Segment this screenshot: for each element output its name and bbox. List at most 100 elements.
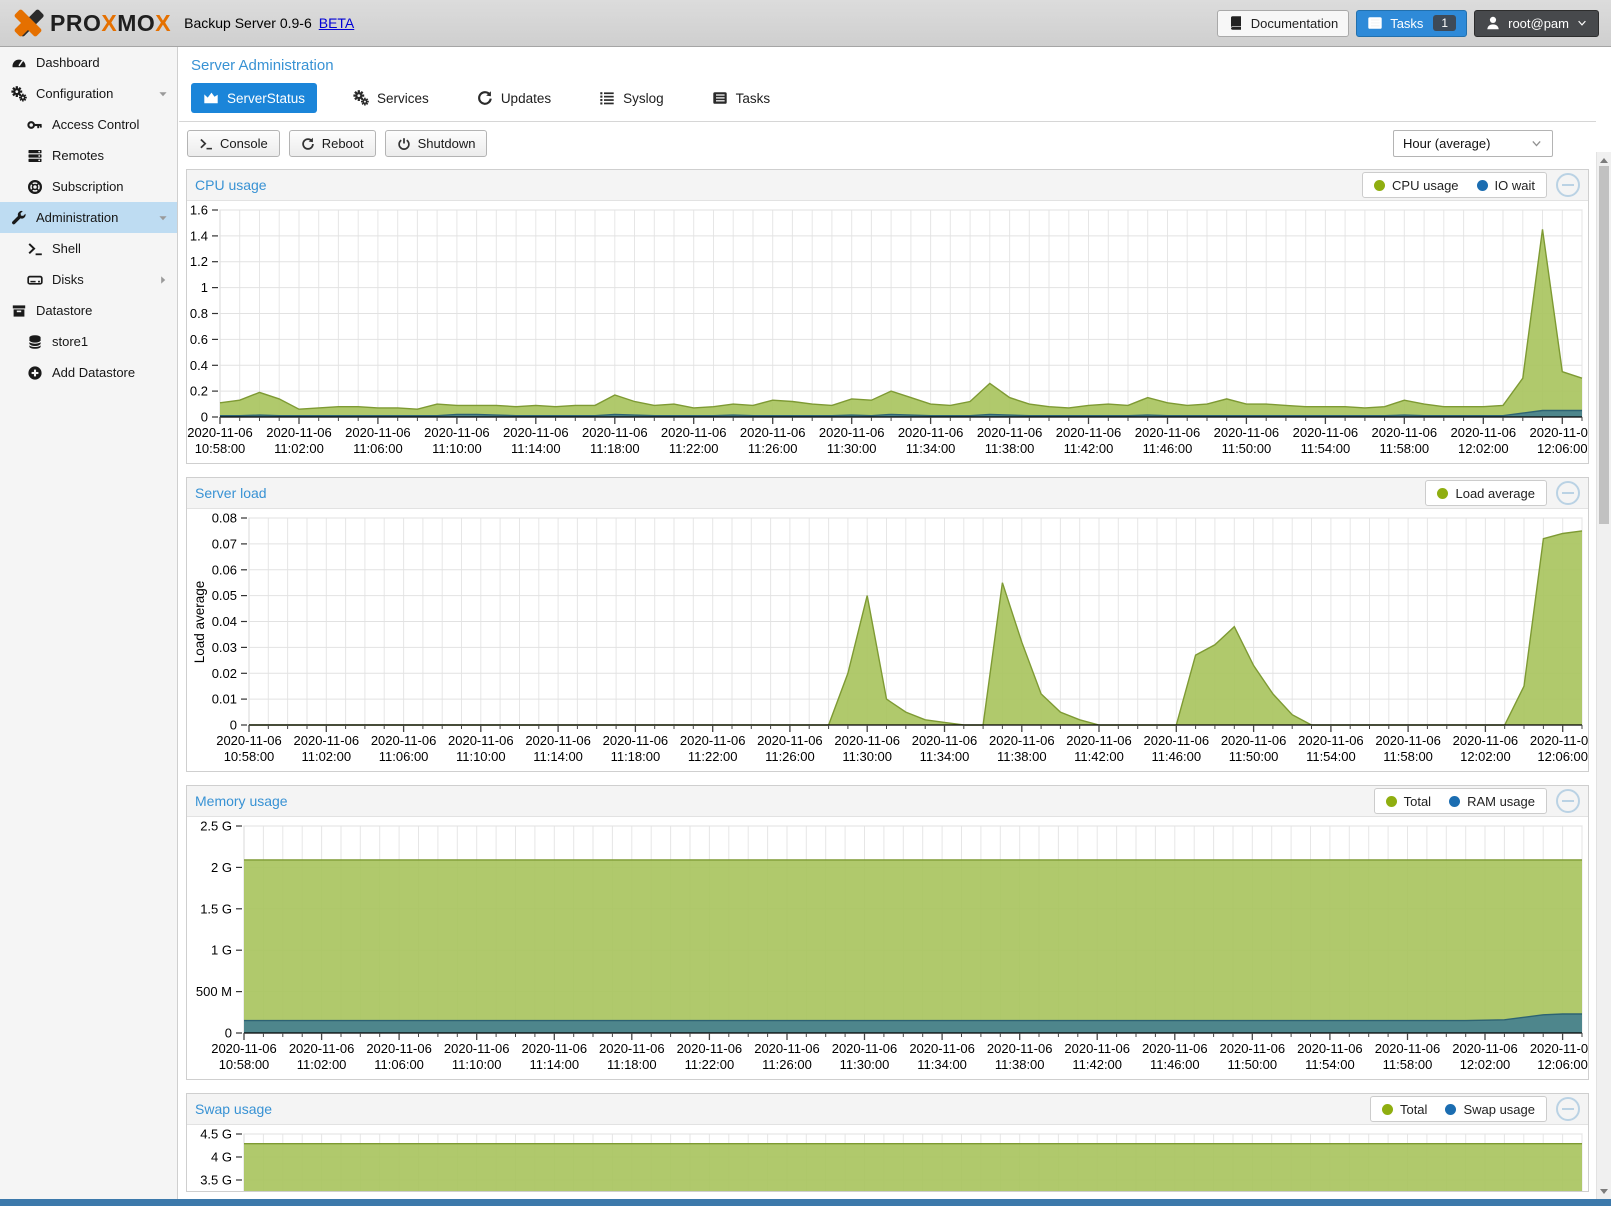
svg-text:11:18:00: 11:18:00: [611, 749, 661, 764]
caret-down-icon[interactable]: [157, 212, 169, 224]
tab-services[interactable]: Services: [341, 83, 441, 113]
console-button[interactable]: Console: [187, 130, 280, 157]
svg-text:0.8: 0.8: [190, 306, 208, 321]
documentation-button[interactable]: Documentation: [1217, 10, 1349, 37]
svg-text:11:50:00: 11:50:00: [1229, 749, 1279, 764]
proxmox-logo: PROXMOX: [10, 5, 171, 41]
collapse-panel-icon[interactable]: [1556, 173, 1580, 197]
memory-usage-chart-body: 0500 M1 G1.5 G2 G2.5 G2020-11-0610:58:00…: [187, 817, 1588, 1079]
rows-icon: [27, 148, 43, 164]
scroll-up-arrow-icon[interactable]: [1597, 153, 1611, 167]
user-menu-button[interactable]: root@pam: [1474, 10, 1599, 37]
svg-text:11:06:00: 11:06:00: [374, 1057, 424, 1072]
db-icon: [27, 334, 43, 350]
svg-text:11:50:00: 11:50:00: [1227, 1057, 1277, 1072]
svg-text:2020-11-06: 2020-11-06: [345, 425, 411, 440]
beta-link[interactable]: BETA: [319, 15, 355, 31]
svg-text:2020-11-06: 2020-11-06: [1135, 425, 1201, 440]
sidebar-item-administration[interactable]: Administration: [0, 202, 177, 233]
svg-text:11:10:00: 11:10:00: [452, 1057, 502, 1072]
sidebar-item-label: Configuration: [36, 86, 113, 101]
sidebar-item-add-datastore[interactable]: Add Datastore: [0, 357, 177, 388]
sidebar-item-datastore[interactable]: Datastore: [0, 295, 177, 326]
time-range-select[interactable]: Hour (average): [1393, 130, 1553, 157]
svg-text:0.6: 0.6: [190, 332, 208, 347]
topbar-buttons: Documentation Tasks 1 root@pam: [1217, 10, 1599, 37]
scrollbar-thumb[interactable]: [1599, 166, 1609, 524]
sidebar-item-label: Administration: [36, 210, 118, 225]
sidebar-item-remotes[interactable]: Remotes: [0, 140, 177, 171]
svg-text:2020-11-06: 2020-11-06: [211, 1041, 277, 1056]
tab-syslog[interactable]: Syslog: [587, 83, 676, 113]
svg-text:0.4: 0.4: [190, 358, 208, 373]
svg-text:11:22:00: 11:22:00: [669, 441, 719, 456]
tasks-count-badge: 1: [1433, 15, 1456, 31]
svg-text:2020-11-06: 2020-11-06: [1297, 1041, 1363, 1056]
collapse-panel-icon[interactable]: [1556, 481, 1580, 505]
svg-text:0.01: 0.01: [212, 692, 237, 707]
tab-serverstatus[interactable]: ServerStatus: [191, 83, 317, 113]
server-load-chart-body: 00.010.020.030.040.050.060.070.082020-11…: [187, 509, 1588, 771]
sidebar-item-configuration[interactable]: Configuration: [0, 78, 177, 109]
tab-updates[interactable]: Updates: [465, 83, 563, 113]
scroll-down-arrow-icon[interactable]: [1597, 1184, 1611, 1198]
legend-item-total[interactable]: Total: [1382, 1102, 1427, 1117]
legend-label: IO wait: [1495, 178, 1535, 193]
legend-dot-icon: [1386, 796, 1397, 807]
svg-text:10:58:00: 10:58:00: [224, 749, 275, 764]
sidebar-item-label: store1: [52, 334, 88, 349]
cpu-usage-panel-header: CPU usageCPU usageIO wait: [187, 170, 1588, 201]
sidebar-item-store1[interactable]: store1: [0, 326, 177, 357]
legend-dot-icon: [1437, 488, 1448, 499]
svg-text:11:02:00: 11:02:00: [274, 441, 324, 456]
sidebar-item-subscription[interactable]: Subscription: [0, 171, 177, 202]
caret-right-icon[interactable]: [157, 274, 169, 286]
cpu-chart: 00.20.40.60.811.21.41.62020-11-0610:58:0…: [187, 201, 1588, 463]
svg-text:11:38:00: 11:38:00: [995, 1057, 1045, 1072]
legend-item-ram-usage[interactable]: RAM usage: [1449, 794, 1535, 809]
legend-label: Load average: [1455, 486, 1535, 501]
sidebar-item-label: Datastore: [36, 303, 92, 318]
svg-text:1.2: 1.2: [190, 254, 208, 269]
svg-text:11:06:00: 11:06:00: [379, 749, 429, 764]
shutdown-button[interactable]: Shutdown: [385, 130, 488, 157]
svg-text:11:10:00: 11:10:00: [456, 749, 506, 764]
vertical-scrollbar[interactable]: [1596, 152, 1611, 1199]
tasks-button[interactable]: Tasks 1: [1356, 10, 1467, 37]
svg-text:500 M: 500 M: [196, 984, 232, 999]
svg-text:11:46:00: 11:46:00: [1150, 1057, 1200, 1072]
caret-down-icon[interactable]: [157, 88, 169, 100]
legend-item-total[interactable]: Total: [1386, 794, 1431, 809]
sidebar-item-disks[interactable]: Disks: [0, 264, 177, 295]
sidebar-item-shell[interactable]: Shell: [0, 233, 177, 264]
chart-legend: Total RAM usage: [1374, 788, 1547, 814]
swap-usage-chart-body: 0500 M1 G1.5 G2 G2.5 G3 G3.5 G4 G4.5 G20…: [187, 1125, 1588, 1191]
sidebar-item-dashboard[interactable]: Dashboard: [0, 47, 177, 78]
tab-bar: ServerStatus Services Updates Syslog Tasks: [179, 83, 1596, 122]
legend-item-cpu-usage[interactable]: CPU usage: [1374, 178, 1458, 193]
svg-text:11:34:00: 11:34:00: [917, 1057, 967, 1072]
svg-text:11:46:00: 11:46:00: [1151, 749, 1201, 764]
svg-text:11:58:00: 11:58:00: [1383, 749, 1433, 764]
legend-dot-icon: [1374, 180, 1385, 191]
svg-text:2.5 G: 2.5 G: [200, 819, 232, 834]
svg-text:2020-11-06: 2020-11-06: [503, 425, 569, 440]
tab-tasks[interactable]: Tasks: [700, 83, 783, 113]
legend-item-load-average[interactable]: Load average: [1437, 486, 1535, 501]
svg-text:11:18:00: 11:18:00: [607, 1057, 657, 1072]
svg-text:2020-11-06: 2020-11-06: [289, 1041, 355, 1056]
legend-item-io-wait[interactable]: IO wait: [1477, 178, 1535, 193]
chart-legend: Load average: [1425, 480, 1547, 506]
legend-item-swap-usage[interactable]: Swap usage: [1445, 1102, 1535, 1117]
collapse-panel-icon[interactable]: [1556, 789, 1580, 813]
box-icon: [11, 303, 27, 319]
svg-text:2020-11-06: 2020-11-06: [1375, 733, 1441, 748]
reboot-button[interactable]: Reboot: [289, 130, 376, 157]
collapse-panel-icon[interactable]: [1556, 1097, 1580, 1121]
svg-text:2020-11-06: 2020-11-06: [977, 425, 1043, 440]
svg-text:1.5 G: 1.5 G: [200, 901, 232, 916]
sidebar-item-access-control[interactable]: Access Control: [0, 109, 177, 140]
book-icon: [1228, 15, 1244, 31]
svg-text:11:14:00: 11:14:00: [533, 749, 583, 764]
svg-text:2020-11-06: 2020-11-06: [1142, 1041, 1208, 1056]
